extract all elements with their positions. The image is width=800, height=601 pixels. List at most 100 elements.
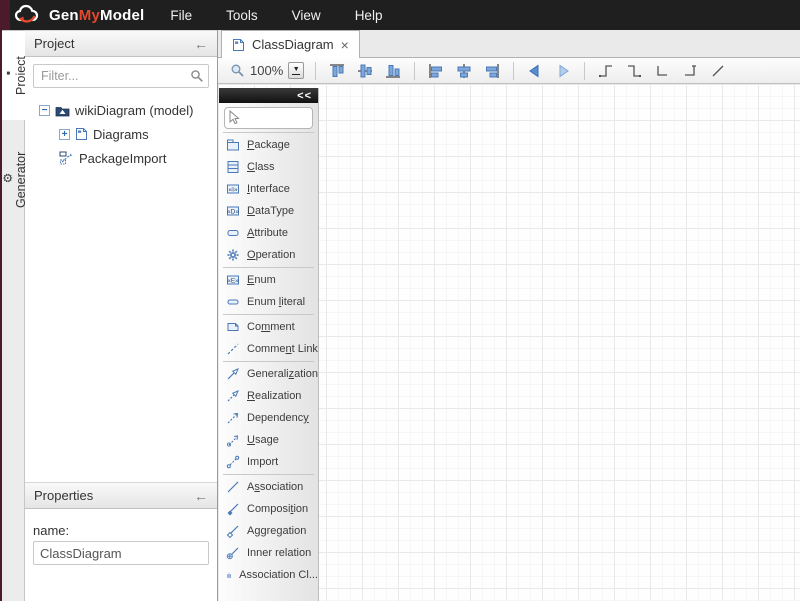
magnifier-icon bbox=[230, 63, 245, 78]
palette-item-import[interactable]: Import bbox=[219, 451, 318, 473]
side-tab-strip: ▪ Project ⚙ Generator bbox=[2, 30, 25, 601]
zoom-dropdown-button[interactable]: ▼ bbox=[288, 62, 304, 79]
tool-palette: << Package Class «I» Interface «D» DataT… bbox=[219, 88, 319, 601]
palette-item-comment[interactable]: Comment bbox=[219, 316, 318, 338]
menu-view[interactable]: View bbox=[292, 8, 321, 23]
align-right-button[interactable] bbox=[480, 60, 504, 82]
toolbar-separator bbox=[584, 62, 585, 80]
palette-item-association[interactable]: Association bbox=[219, 476, 318, 498]
align-top-button[interactable] bbox=[325, 60, 349, 82]
svg-text:«D»: «D» bbox=[227, 209, 239, 216]
align-bottom-button[interactable] bbox=[381, 60, 405, 82]
tab-close-icon[interactable]: × bbox=[341, 38, 349, 52]
align-middle-button[interactable] bbox=[353, 60, 377, 82]
zoom-value: 100% bbox=[250, 63, 283, 78]
palette-item-attribute[interactable]: Attribute bbox=[219, 222, 318, 244]
project-icon: ▪ bbox=[1, 68, 15, 80]
cloud-logo-icon bbox=[14, 4, 44, 26]
palette-item-comment-link[interactable]: Comment Link bbox=[219, 338, 318, 360]
palette-separator bbox=[223, 267, 314, 268]
package-import-icon bbox=[59, 151, 74, 165]
collapse-toggle-icon[interactable]: − bbox=[39, 105, 50, 116]
svg-text:«I»: «I» bbox=[228, 187, 237, 194]
align-left-button[interactable] bbox=[424, 60, 448, 82]
palette-item-class[interactable]: Class bbox=[219, 156, 318, 178]
palette-item-operation[interactable]: Operation bbox=[219, 244, 318, 266]
dependency-icon bbox=[226, 411, 240, 425]
gear-icon: ⚙ bbox=[1, 172, 15, 184]
menu-list: File Tools View Help bbox=[170, 8, 382, 23]
project-panel: Project ← − wikiDiagram (model) + Diagra… bbox=[25, 30, 218, 601]
sidebar-tab-generator[interactable]: ⚙ Generator bbox=[2, 121, 25, 239]
model-tree: − wikiDiagram (model) + Diagrams bbox=[25, 98, 217, 170]
editor-toolbar: 100% ▼ bbox=[218, 58, 800, 84]
palette-item-enum-literal[interactable]: Enum literal bbox=[219, 291, 318, 313]
tree-row-diagrams[interactable]: + Diagrams bbox=[25, 122, 217, 146]
tree-row-packageimport[interactable]: PackageImport bbox=[25, 146, 217, 170]
palette-item-inner-relation[interactable]: Inner relation bbox=[219, 542, 318, 564]
palette-separator bbox=[223, 361, 314, 362]
route-step-up-button[interactable] bbox=[594, 60, 618, 82]
datatype-icon: «D» bbox=[226, 204, 240, 218]
window-left-edge bbox=[0, 30, 2, 601]
palette-item-generalization[interactable]: Generalization bbox=[219, 363, 318, 385]
palette-item-association-class[interactable]: Association Cl... bbox=[219, 564, 318, 586]
palette-item-interface[interactable]: «I» Interface bbox=[219, 178, 318, 200]
class-icon bbox=[226, 160, 240, 174]
palette-item-package[interactable]: Package bbox=[219, 134, 318, 156]
name-field-label: name: bbox=[33, 523, 217, 538]
interface-icon: «I» bbox=[226, 182, 240, 196]
palette-item-enum[interactable]: «E» Enum bbox=[219, 269, 318, 291]
palette-item-usage[interactable]: Usage bbox=[219, 429, 318, 451]
menu-help[interactable]: Help bbox=[355, 8, 383, 23]
route-straight-button[interactable] bbox=[706, 60, 730, 82]
filter-input[interactable] bbox=[33, 64, 209, 88]
toolbar-separator bbox=[414, 62, 415, 80]
realization-icon bbox=[226, 389, 240, 403]
package-icon bbox=[226, 138, 240, 152]
route-step-down-button[interactable] bbox=[622, 60, 646, 82]
palette-separator bbox=[223, 132, 314, 133]
menu-tools[interactable]: Tools bbox=[226, 8, 258, 23]
palette-item-composition[interactable]: Composition bbox=[219, 498, 318, 520]
diagram-tab-icon bbox=[232, 38, 245, 52]
toolbar-separator bbox=[513, 62, 514, 80]
palette-item-realization[interactable]: Realization bbox=[219, 385, 318, 407]
palette-header: << bbox=[219, 88, 318, 103]
zoom-control: 100% ▼ bbox=[230, 62, 304, 79]
flip-left-button[interactable] bbox=[523, 60, 547, 82]
tree-label-model: wikiDiagram (model) bbox=[75, 103, 193, 118]
palette-item-dependency[interactable]: Dependency bbox=[219, 407, 318, 429]
composition-icon bbox=[226, 502, 240, 516]
selection-tool-button[interactable] bbox=[224, 107, 313, 129]
palette-collapse-button[interactable]: << bbox=[297, 90, 312, 102]
project-panel-header: Project ← bbox=[25, 30, 217, 57]
align-center-button[interactable] bbox=[452, 60, 476, 82]
comment-link-icon bbox=[226, 342, 240, 356]
toolbar-separator bbox=[315, 62, 316, 80]
route-corner-end-button[interactable] bbox=[678, 60, 702, 82]
properties-panel-title: Properties bbox=[34, 488, 93, 503]
properties-panel-header: Properties ← bbox=[25, 482, 217, 509]
collapse-panel-arrow-icon[interactable]: ← bbox=[194, 37, 208, 51]
properties-panel: Properties ← name: bbox=[25, 482, 217, 565]
aggregation-icon bbox=[226, 524, 240, 538]
name-input[interactable] bbox=[33, 541, 209, 565]
maroon-accent-block bbox=[0, 0, 10, 30]
enum-icon: «E» bbox=[226, 273, 240, 287]
association-class-icon bbox=[226, 568, 232, 582]
tree-row-model[interactable]: − wikiDiagram (model) bbox=[25, 98, 217, 122]
model-icon bbox=[55, 104, 70, 117]
sidebar-tab-project[interactable]: ▪ Project bbox=[2, 30, 25, 120]
route-corner-button[interactable] bbox=[650, 60, 674, 82]
palette-separator bbox=[223, 314, 314, 315]
expand-toggle-icon[interactable]: + bbox=[59, 129, 70, 140]
usage-icon bbox=[226, 433, 240, 447]
flip-right-button[interactable] bbox=[551, 60, 575, 82]
tab-classdiagram[interactable]: ClassDiagram × bbox=[221, 30, 360, 58]
palette-item-datatype[interactable]: «D» DataType bbox=[219, 200, 318, 222]
palette-item-aggregation[interactable]: Aggregation bbox=[219, 520, 318, 542]
operation-gear-icon bbox=[226, 248, 240, 262]
menu-file[interactable]: File bbox=[170, 8, 192, 23]
collapse-properties-arrow-icon[interactable]: ← bbox=[194, 489, 208, 503]
